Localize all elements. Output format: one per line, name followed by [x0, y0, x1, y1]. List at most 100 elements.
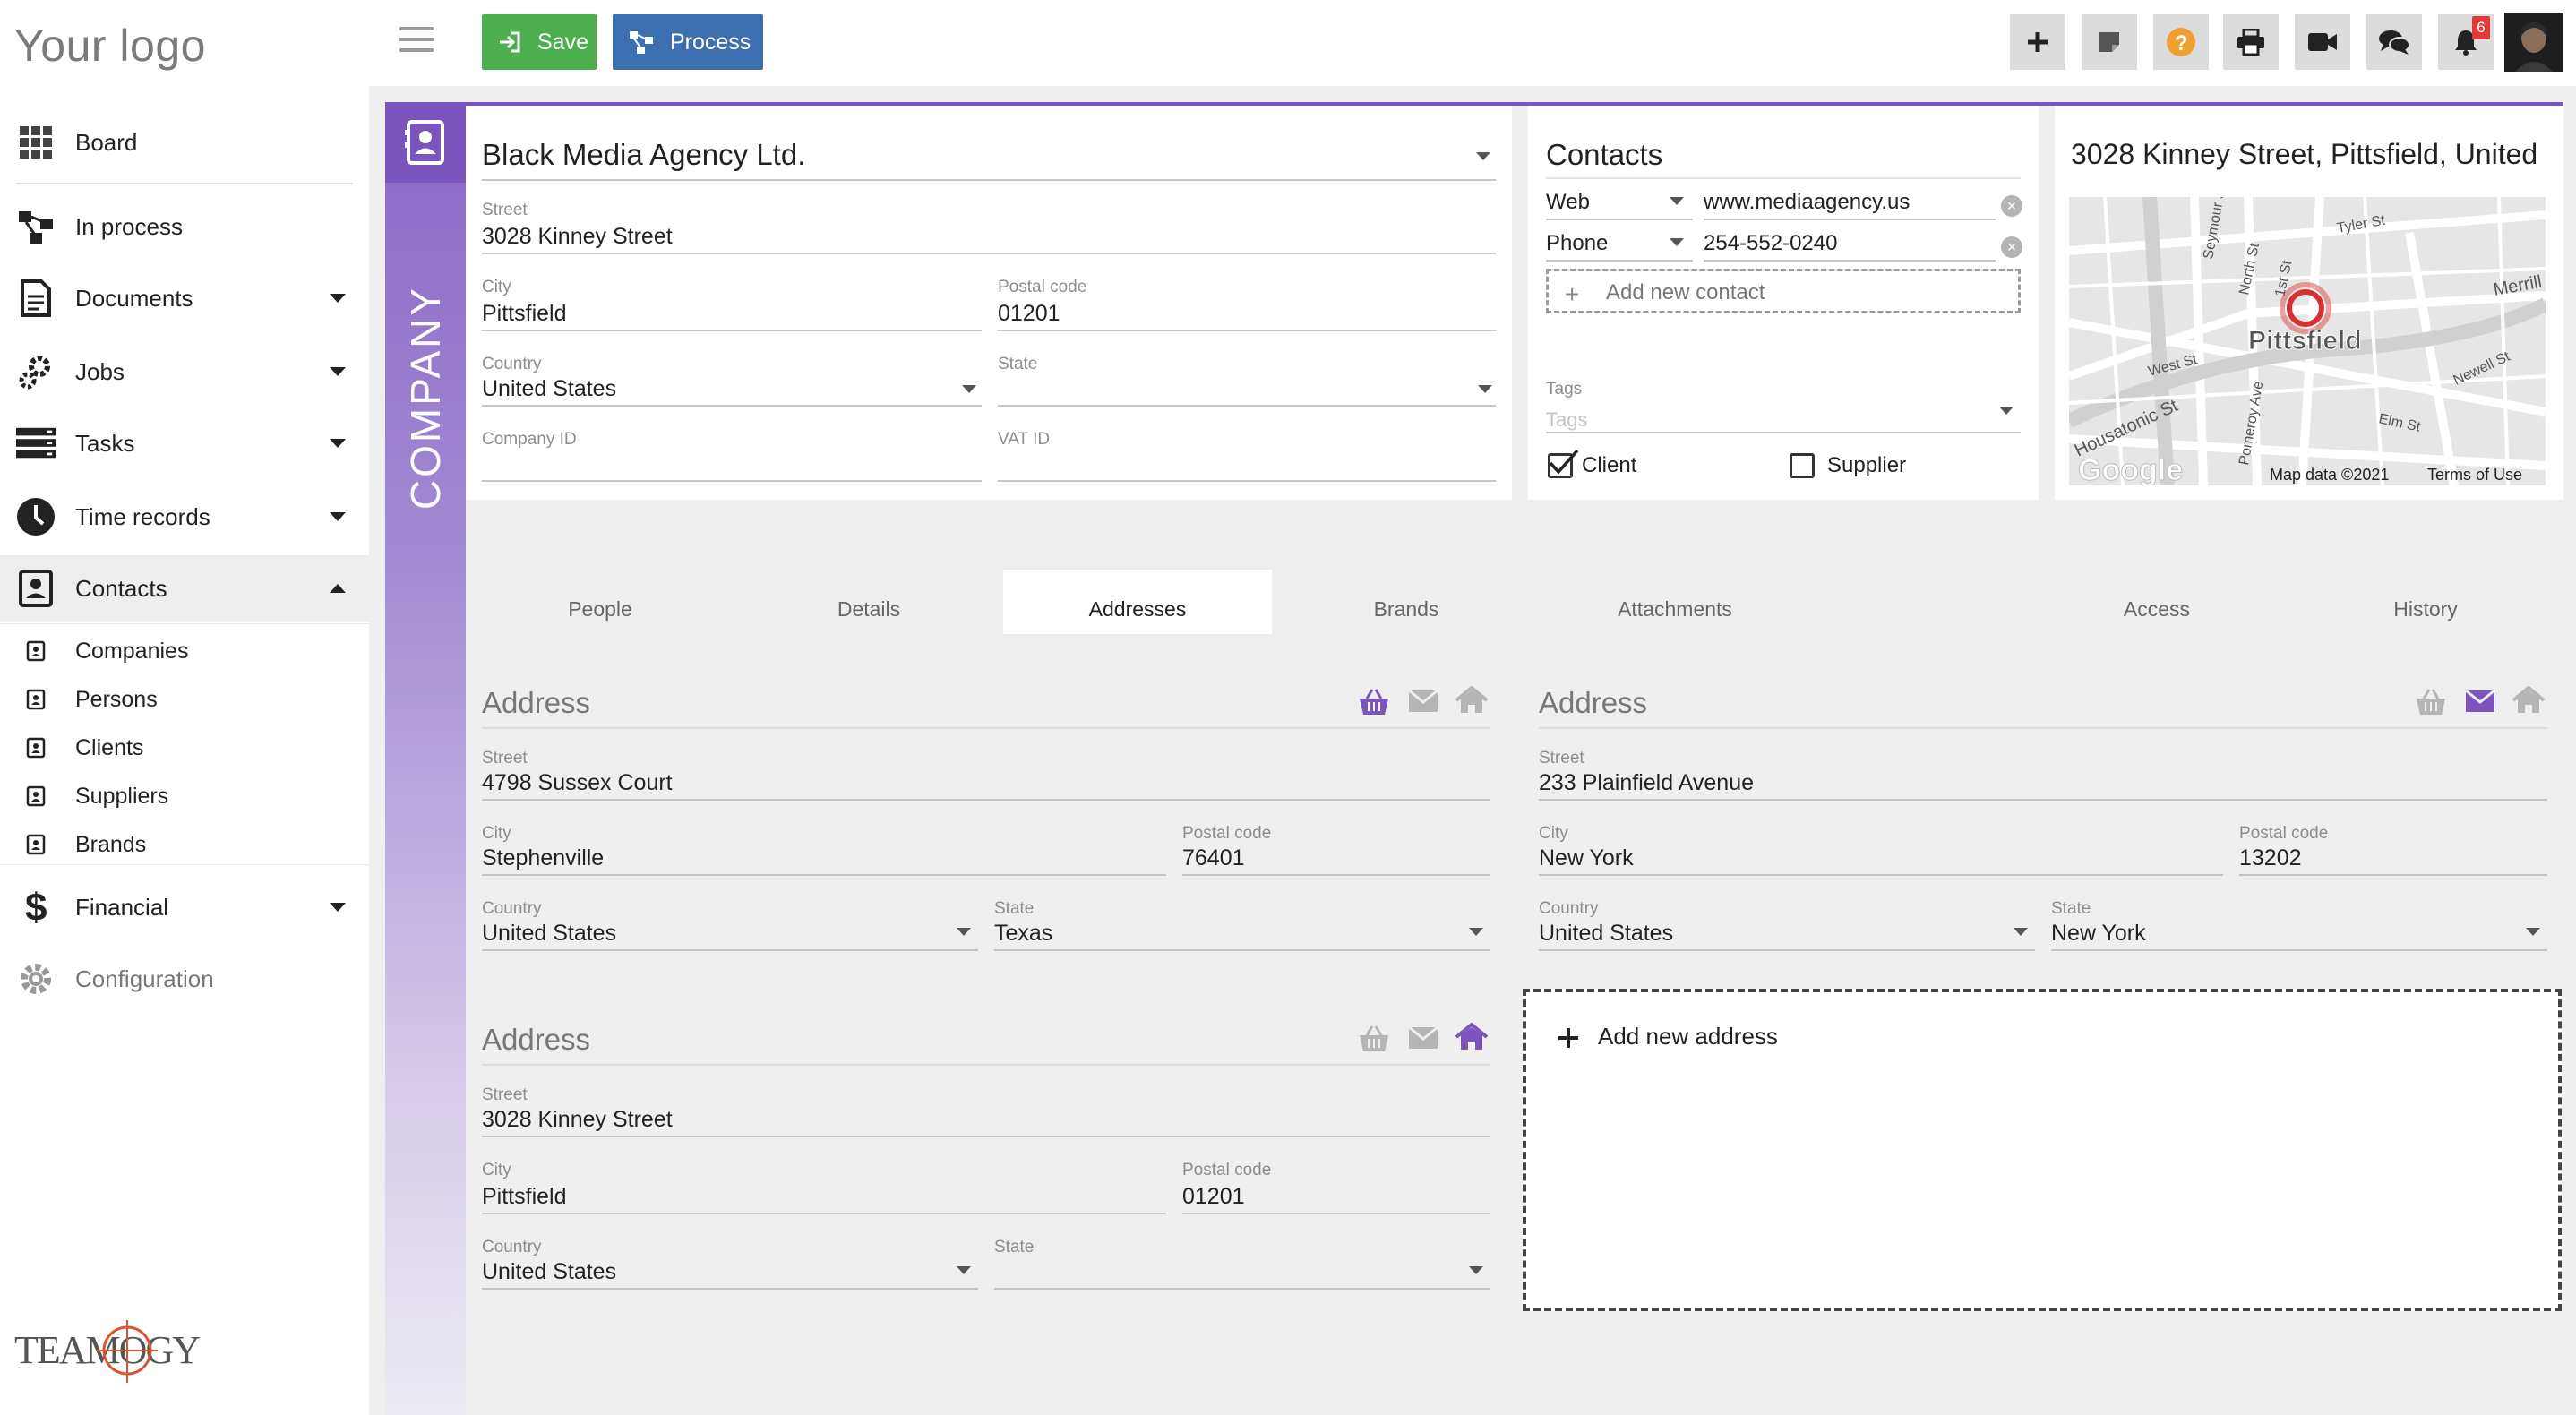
sidebar-item-contacts[interactable]: Contacts — [0, 555, 369, 622]
company-id-label: Company ID — [482, 430, 577, 449]
video-button[interactable] — [2295, 14, 2350, 70]
add-address-button[interactable]: Add new address — [1523, 989, 2562, 1311]
chevron-down-icon[interactable] — [2014, 928, 2028, 936]
home-icon[interactable] — [1455, 686, 1489, 715]
street-field[interactable]: 3028 Kinney Street — [482, 1107, 673, 1133]
sidebar-item-documents[interactable]: Documents — [0, 265, 369, 331]
tab-brands[interactable]: Brands — [1272, 570, 1541, 634]
chevron-down-icon[interactable] — [957, 1266, 971, 1274]
chevron-down-icon[interactable] — [1670, 197, 1684, 205]
street-label: Street — [482, 749, 528, 768]
street-field[interactable]: 4798 Sussex Court — [482, 770, 673, 796]
tab-history[interactable]: History — [2291, 570, 2560, 634]
contact-type-select[interactable]: Phone — [1546, 231, 1608, 256]
country-select[interactable]: United States — [482, 1259, 616, 1285]
company-name[interactable]: Black Media Agency Ltd. — [482, 138, 805, 172]
check-icon — [1549, 449, 1579, 475]
contact-value-field[interactable]: www.mediaagency.us — [1704, 190, 1910, 215]
sidebar-item-in-process[interactable]: In process — [0, 193, 369, 260]
postal-code-label: Postal code — [1182, 824, 1272, 843]
mail-icon[interactable] — [1408, 1026, 1438, 1050]
sidebar-item-financial[interactable]: $ Financial — [0, 874, 369, 940]
state-select[interactable]: Texas — [994, 921, 1052, 947]
chevron-down-icon[interactable] — [1478, 385, 1492, 393]
clear-icon[interactable]: × — [2001, 195, 2022, 217]
street-field[interactable]: 3028 Kinney Street — [482, 224, 673, 250]
contact-value-field[interactable]: 254-552-0240 — [1704, 231, 1837, 256]
clear-icon[interactable]: × — [2001, 236, 2022, 258]
basket-icon[interactable] — [2415, 688, 2447, 716]
mail-icon[interactable] — [1408, 690, 1438, 713]
city-label: City — [482, 824, 511, 843]
print-button[interactable] — [2223, 14, 2279, 70]
city-field[interactable]: New York — [1539, 845, 1634, 871]
country-select[interactable]: United States — [482, 376, 616, 402]
home-icon[interactable] — [2512, 686, 2546, 715]
tab-details[interactable]: Details — [734, 570, 1003, 634]
sign-in-icon — [498, 30, 521, 54]
chat-button[interactable] — [2366, 14, 2422, 70]
save-button[interactable]: Save — [482, 14, 597, 70]
sidebar-subitem-suppliers[interactable]: Suppliers — [0, 772, 369, 820]
basket-icon[interactable] — [1358, 688, 1390, 716]
plus-icon — [2028, 32, 2048, 52]
sidebar-item-tasks[interactable]: Tasks — [0, 410, 369, 476]
postal-code-field[interactable]: 76401 — [1182, 845, 1245, 871]
client-checkbox[interactable] — [1548, 449, 1579, 478]
sidebar-subitem-label: Clients — [75, 734, 144, 760]
supplier-checkbox[interactable] — [1790, 453, 1815, 478]
chevron-down-icon[interactable] — [2526, 928, 2540, 936]
menu-icon[interactable] — [399, 27, 434, 54]
app-logo[interactable]: Your logo — [14, 20, 206, 72]
tab-addresses[interactable]: Addresses — [1003, 570, 1272, 634]
note-button[interactable] — [2082, 14, 2137, 70]
mail-icon[interactable] — [2465, 690, 2495, 713]
chevron-down-icon[interactable] — [1469, 1266, 1483, 1274]
sidebar-item-jobs[interactable]: Jobs — [0, 339, 369, 405]
city-field[interactable]: Pittsfield — [482, 301, 566, 327]
chevron-down-icon[interactable] — [962, 385, 976, 393]
sidebar-subitem-persons[interactable]: Persons — [0, 675, 369, 724]
sidebar-item-time-records[interactable]: Time records — [0, 484, 369, 550]
tab-people[interactable]: People — [466, 570, 734, 634]
postal-code-field[interactable]: 01201 — [1182, 1184, 1245, 1210]
sidebar-subitem-companies[interactable]: Companies — [0, 627, 369, 675]
tags-input[interactable]: Tags — [1546, 408, 1587, 432]
map[interactable]: Pittsfield Tyler St Seymour St North St … — [2069, 197, 2546, 485]
sidebar-subitem-clients[interactable]: Clients — [0, 724, 369, 772]
postal-code-field[interactable]: 01201 — [998, 301, 1060, 327]
basket-icon[interactable] — [1358, 1025, 1390, 1053]
sidebar-item-label: Tasks — [75, 429, 135, 457]
sidebar-item-board[interactable]: Board — [0, 109, 369, 176]
street-field[interactable]: 233 Plainfield Avenue — [1539, 770, 1754, 796]
google-logo: Google — [2078, 453, 2183, 485]
city-field[interactable]: Pittsfield — [482, 1184, 566, 1210]
contact-type-select[interactable]: Web — [1546, 190, 1590, 215]
postal-code-field[interactable]: 13202 — [2239, 845, 2302, 871]
avatar[interactable] — [2504, 13, 2563, 72]
chevron-down-icon[interactable] — [1476, 152, 1490, 160]
client-label[interactable]: Client — [1582, 453, 1636, 478]
help-button[interactable]: ? — [2153, 14, 2209, 70]
tab-access[interactable]: Access — [2022, 570, 2291, 634]
city-field[interactable]: Stephenville — [482, 845, 604, 871]
chevron-down-icon[interactable] — [1469, 928, 1483, 936]
field-underline — [1704, 260, 1996, 262]
state-select[interactable]: New York — [2051, 921, 2146, 947]
add-button[interactable] — [2010, 14, 2065, 70]
country-select[interactable]: United States — [1539, 921, 1673, 947]
sidebar-subitem-brands[interactable]: Brands — [0, 820, 369, 869]
chevron-down-icon[interactable] — [1670, 238, 1684, 246]
process-button[interactable]: Process — [613, 14, 763, 70]
chevron-down-icon[interactable] — [1999, 407, 2014, 415]
notifications-button[interactable]: 6 — [2438, 14, 2494, 70]
field-underline — [1539, 874, 2223, 876]
address-title: Address — [482, 686, 591, 719]
tab-attachments[interactable]: Attachments — [1541, 570, 1809, 634]
country-select[interactable]: United States — [482, 921, 616, 947]
sidebar-item-configuration[interactable]: Configuration — [0, 946, 369, 1012]
home-icon[interactable] — [1455, 1023, 1489, 1051]
chevron-down-icon[interactable] — [957, 928, 971, 936]
supplier-label[interactable]: Supplier — [1827, 453, 1906, 478]
add-contact-button[interactable]: + Add new contact — [1546, 269, 2021, 313]
